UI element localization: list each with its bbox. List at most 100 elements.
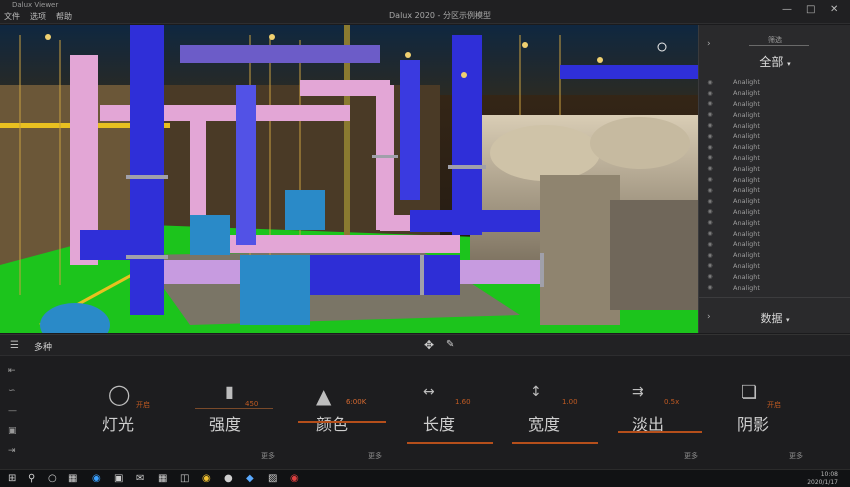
eye-icon[interactable]: ◉ bbox=[699, 122, 721, 129]
app-icon-3[interactable]: ▨ bbox=[268, 473, 277, 484]
layer-row[interactable]: ◉ Analight bbox=[699, 153, 850, 164]
shadow-more[interactable]: 更多 bbox=[789, 451, 803, 461]
layer-row[interactable]: ◉ Analight bbox=[699, 217, 850, 228]
layer-row[interactable]: ◉ Analight bbox=[699, 185, 850, 196]
eye-icon[interactable]: ◉ bbox=[699, 90, 721, 97]
bulb-icon: ◯ bbox=[108, 382, 131, 406]
fade-value: 0.5x bbox=[664, 398, 680, 406]
layer-row[interactable]: ◉ Analight bbox=[699, 109, 850, 120]
eye-icon[interactable]: ◉ bbox=[699, 154, 721, 161]
control-width[interactable]: ↕ 1.00 宽度 bbox=[512, 356, 602, 469]
layer-row[interactable]: ◉ Analight bbox=[699, 207, 850, 218]
eye-icon[interactable]: ◉ bbox=[699, 284, 721, 291]
hamburger-menu-icon[interactable]: ☰ bbox=[10, 340, 19, 351]
explorer-icon[interactable]: ◫ bbox=[180, 473, 189, 484]
eye-icon[interactable]: ◉ bbox=[699, 79, 721, 86]
menu-help[interactable]: 帮助 bbox=[56, 11, 72, 22]
layer-row[interactable]: ◉ Analight bbox=[699, 228, 850, 239]
task-view-icon[interactable]: ○ bbox=[48, 473, 57, 484]
maximize-icon[interactable]: □ bbox=[806, 4, 815, 15]
data-dropdown[interactable]: 数据 ▾ bbox=[699, 310, 850, 326]
length-slider[interactable] bbox=[407, 442, 493, 444]
eye-icon[interactable]: ◉ bbox=[699, 241, 721, 248]
control-light[interactable]: ◯ 开启 灯光 bbox=[100, 356, 180, 469]
layer-label: Analight bbox=[733, 261, 760, 270]
align-tool-icon[interactable]: ⇤ bbox=[8, 366, 28, 386]
pen-tool-icon[interactable]: ✎ bbox=[446, 339, 454, 350]
layer-row[interactable]: ◉ Analight bbox=[699, 196, 850, 207]
eye-icon[interactable]: ◉ bbox=[699, 198, 721, 205]
color-slider[interactable] bbox=[298, 421, 386, 423]
layer-row[interactable]: ◉ Analight bbox=[699, 88, 850, 99]
move-tool-icon[interactable]: ✥ bbox=[424, 338, 434, 352]
app-icon-2[interactable]: ◆ bbox=[246, 473, 254, 484]
control-length[interactable]: ↔ 1.60 长度 bbox=[405, 356, 495, 469]
layer-row[interactable]: ◉ Analight bbox=[699, 77, 850, 88]
eye-icon[interactable]: ◉ bbox=[699, 187, 721, 194]
control-fade[interactable]: ⇉ 0.5x 淡出 更多 bbox=[618, 356, 708, 469]
menu-file[interactable]: 文件 bbox=[4, 11, 20, 22]
3d-viewport[interactable] bbox=[0, 25, 698, 333]
search-icon[interactable]: ⚲ bbox=[28, 473, 35, 484]
control-intensity[interactable]: ▮ 450 强度 更多 bbox=[195, 356, 275, 469]
eye-icon[interactable]: ◉ bbox=[699, 252, 721, 259]
eye-icon[interactable]: ◉ bbox=[699, 262, 721, 269]
layer-row[interactable]: ◉ Analight bbox=[699, 99, 850, 110]
eye-icon[interactable]: ◉ bbox=[699, 144, 721, 151]
layer-row[interactable]: ◉ Analight bbox=[699, 120, 850, 131]
layer-row[interactable]: ◉ Analight bbox=[699, 142, 850, 153]
calendar-icon[interactable]: ▦ bbox=[158, 473, 167, 484]
eye-icon[interactable]: ◉ bbox=[699, 100, 721, 107]
mode-selector[interactable]: 多种 bbox=[34, 340, 52, 353]
control-color[interactable]: ▲ 6:00K 颜色 更多 bbox=[298, 356, 388, 469]
color-more[interactable]: 更多 bbox=[368, 451, 382, 461]
width-slider[interactable] bbox=[512, 442, 598, 444]
eye-icon[interactable]: ◉ bbox=[699, 111, 721, 118]
eye-icon[interactable]: ◉ bbox=[699, 273, 721, 280]
layer-row[interactable]: ◉ Analight bbox=[699, 131, 850, 142]
start-windows-icon[interactable]: ⊞ bbox=[8, 473, 16, 484]
layer-row[interactable]: ◉ Analight bbox=[699, 174, 850, 185]
layer-row[interactable]: ◉ Analight bbox=[699, 261, 850, 272]
close-icon[interactable]: ✕ bbox=[830, 4, 838, 15]
eye-icon[interactable]: ◉ bbox=[699, 165, 721, 172]
chrome-icon[interactable]: ◉ bbox=[202, 473, 211, 484]
layer-row[interactable]: ◉ Analight bbox=[699, 282, 850, 293]
shadow-value: 开启 bbox=[767, 401, 781, 409]
clock-date: 2020/1/17 bbox=[807, 479, 838, 486]
control-shadow[interactable]: ❏ 开启 阴影 更多 bbox=[725, 356, 815, 469]
system-clock[interactable]: 10:08 2020/1/17 bbox=[807, 471, 838, 487]
layer-label: Analight bbox=[733, 240, 760, 249]
layer-row[interactable]: ◉ Analight bbox=[699, 239, 850, 250]
eye-icon[interactable]: ◉ bbox=[699, 219, 721, 226]
filter-dropdown[interactable]: 全部 ▾ bbox=[699, 53, 850, 70]
eye-icon[interactable]: ◉ bbox=[699, 133, 721, 140]
measure-tool-icon[interactable]: ∽ bbox=[8, 386, 28, 406]
intensity-slider[interactable] bbox=[195, 408, 273, 409]
line-tool-icon[interactable]: — bbox=[8, 406, 28, 426]
chevron-down-icon: ▾ bbox=[785, 316, 790, 324]
eye-icon[interactable]: ◉ bbox=[699, 176, 721, 183]
app-icon-4[interactable]: ◉ bbox=[290, 473, 299, 484]
layer-label: Analight bbox=[733, 78, 760, 87]
export-tool-icon[interactable]: ⇥ bbox=[8, 446, 28, 466]
layer-row[interactable]: ◉ Analight bbox=[699, 271, 850, 282]
layer-row[interactable]: ◉ Analight bbox=[699, 250, 850, 261]
store-icon[interactable]: ▣ bbox=[114, 473, 123, 484]
intensity-more[interactable]: 更多 bbox=[261, 451, 275, 461]
minimize-icon[interactable]: — bbox=[782, 4, 792, 15]
taskview-grid-icon[interactable]: ▦ bbox=[68, 473, 77, 484]
eye-icon[interactable]: ◉ bbox=[699, 208, 721, 215]
width-value: 1.00 bbox=[562, 398, 578, 406]
frame-tool-icon[interactable]: ▣ bbox=[8, 426, 28, 446]
layer-label: Analight bbox=[733, 283, 760, 292]
layer-label: Analight bbox=[733, 132, 760, 141]
edge-browser-icon[interactable]: ◉ bbox=[92, 473, 101, 484]
layer-row[interactable]: ◉ Analight bbox=[699, 163, 850, 174]
eye-icon[interactable]: ◉ bbox=[699, 230, 721, 237]
menu-options[interactable]: 选项 bbox=[30, 11, 46, 22]
fade-slider[interactable] bbox=[618, 431, 702, 433]
app-icon-1[interactable]: ● bbox=[224, 473, 233, 484]
fade-more[interactable]: 更多 bbox=[684, 451, 698, 461]
mail-icon[interactable]: ✉ bbox=[136, 473, 144, 484]
